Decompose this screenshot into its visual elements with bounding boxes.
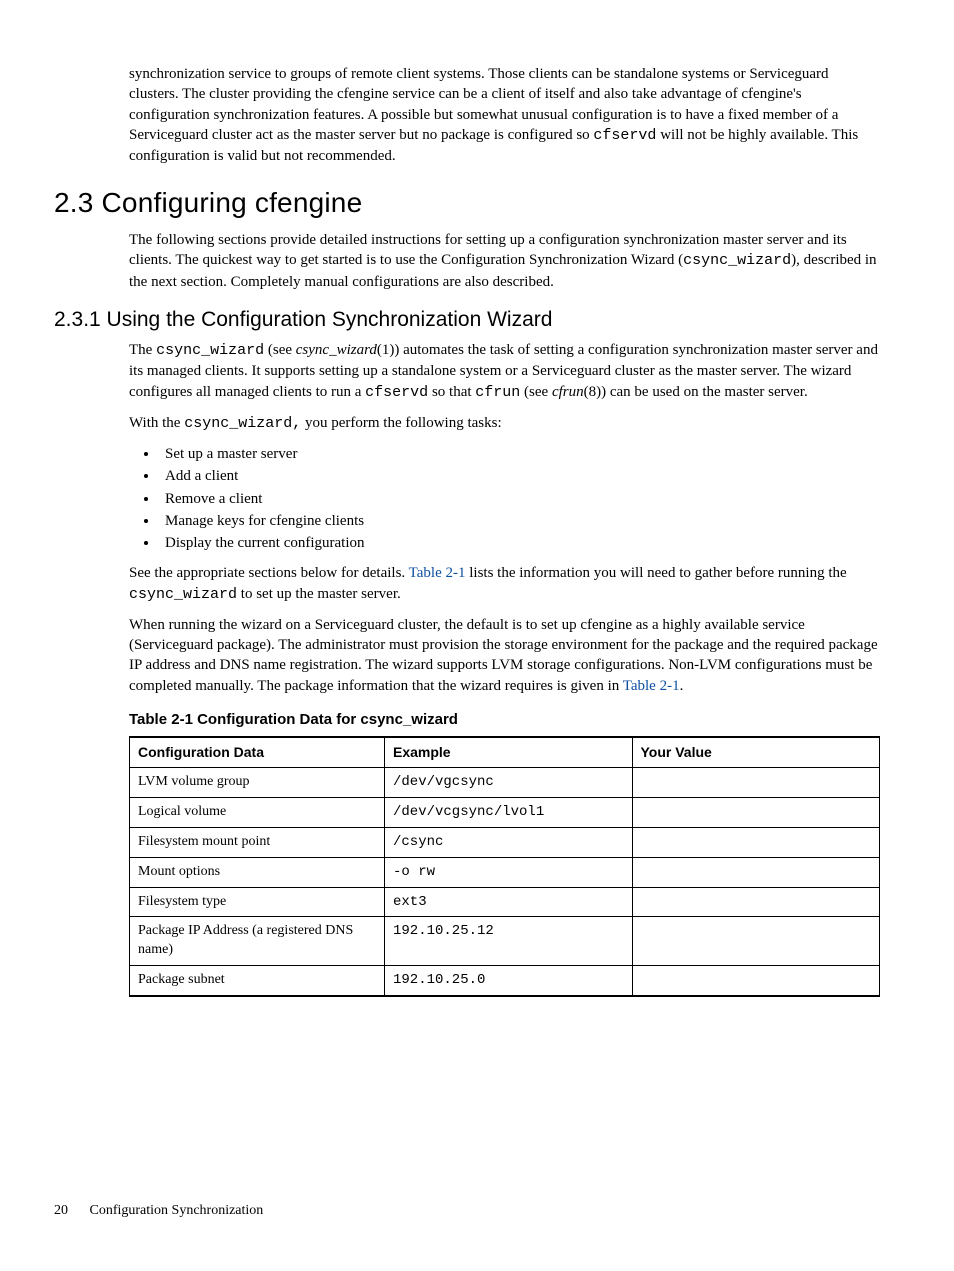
cell-your-value [632,857,880,887]
text: lists the information you will need to g… [465,565,846,581]
list-item: Display the current configuration [159,533,880,553]
text: so that [428,384,475,400]
intro-paragraph: synchronization service to groups of rem… [129,64,880,166]
tasks-intro-paragraph: With the csync_wizard, you perform the f… [129,413,880,434]
list-item: Add a client [159,466,880,486]
cell-config-data: LVM volume group [130,768,385,798]
manpage-ref: cfrun [552,384,584,400]
text: you perform the following tasks: [301,415,501,431]
cell-your-value [632,887,880,917]
cell-config-data: Logical volume [130,797,385,827]
cell-config-data: Filesystem mount point [130,827,385,857]
cell-example: /dev/vcgsync/lvol1 [385,797,633,827]
cell-example: 192.10.25.12 [385,917,633,966]
page-number: 20 [54,1203,68,1218]
code-csync-wizard: csync_wizard, [184,415,301,432]
cell-config-data: Package subnet [130,966,385,996]
col-header-example: Example [385,737,633,767]
section-heading-2-3: 2.3 Configuring cfengine [54,184,900,222]
table-2-1-link[interactable]: Table 2-1 [409,565,466,581]
table-row: Mount options-o rw [130,857,880,887]
cell-config-data: Mount options [130,857,385,887]
wizard-description-paragraph: The csync_wizard (see csync_wizard(1)) a… [129,340,880,403]
text: (see [264,342,296,358]
text: See the appropriate sections below for d… [129,565,409,581]
table-row: Package subnet192.10.25.0 [130,966,880,996]
serviceguard-paragraph: When running the wizard on a Serviceguar… [129,615,880,696]
cell-example: 192.10.25.0 [385,966,633,996]
table-caption: Table 2-1 Configuration Data for csync_w… [129,710,880,730]
cell-your-value [632,768,880,798]
cell-config-data: Package IP Address (a registered DNS nam… [130,917,385,966]
subsection-heading-2-3-1: 2.3.1 Using the Configuration Synchroniz… [54,306,900,334]
table-header-row: Configuration Data Example Your Value [130,737,880,767]
text: When running the wizard on a Serviceguar… [129,617,878,694]
list-item: Remove a client [159,489,880,509]
text: . [680,678,684,694]
manpage-ref: csync_wizard [296,342,377,358]
table-row: Logical volume/dev/vcgsync/lvol1 [130,797,880,827]
text: to set up the master server. [237,586,401,602]
page-footer: 20 Configuration Synchronization [54,1202,263,1221]
col-header-your-value: Your Value [632,737,880,767]
footer-title: Configuration Synchronization [90,1203,264,1218]
code-csync-wizard: csync_wizard [156,342,264,359]
code-cfservd: cfservd [593,127,656,144]
table-2-1-link[interactable]: Table 2-1 [623,678,680,694]
col-header-config-data: Configuration Data [130,737,385,767]
code-cfrun: cfrun [475,384,520,401]
text: The [129,342,156,358]
code-csync-wizard: csync_wizard [129,586,237,603]
tasks-list: Set up a master server Add a client Remo… [129,444,880,553]
cell-example: /dev/vgcsync [385,768,633,798]
code-cfservd: cfservd [365,384,428,401]
cell-your-value [632,797,880,827]
code-csync-wizard: csync_wizard [683,252,791,269]
cell-example: -o rw [385,857,633,887]
cell-config-data: Filesystem type [130,887,385,917]
text: (8)) can be used on the master server. [584,384,808,400]
text: (see [520,384,552,400]
configuration-data-table: Configuration Data Example Your Value LV… [129,736,880,997]
cell-example: /csync [385,827,633,857]
list-item: Set up a master server [159,444,880,464]
table-row: Package IP Address (a registered DNS nam… [130,917,880,966]
see-sections-paragraph: See the appropriate sections below for d… [129,563,880,605]
cell-your-value [632,827,880,857]
cell-example: ext3 [385,887,633,917]
cell-your-value [632,917,880,966]
text: With the [129,415,184,431]
section-intro-paragraph: The following sections provide detailed … [129,230,880,292]
table-row: Filesystem mount point/csync [130,827,880,857]
cell-your-value [632,966,880,996]
list-item: Manage keys for cfengine clients [159,511,880,531]
table-row: LVM volume group/dev/vgcsync [130,768,880,798]
table-row: Filesystem typeext3 [130,887,880,917]
